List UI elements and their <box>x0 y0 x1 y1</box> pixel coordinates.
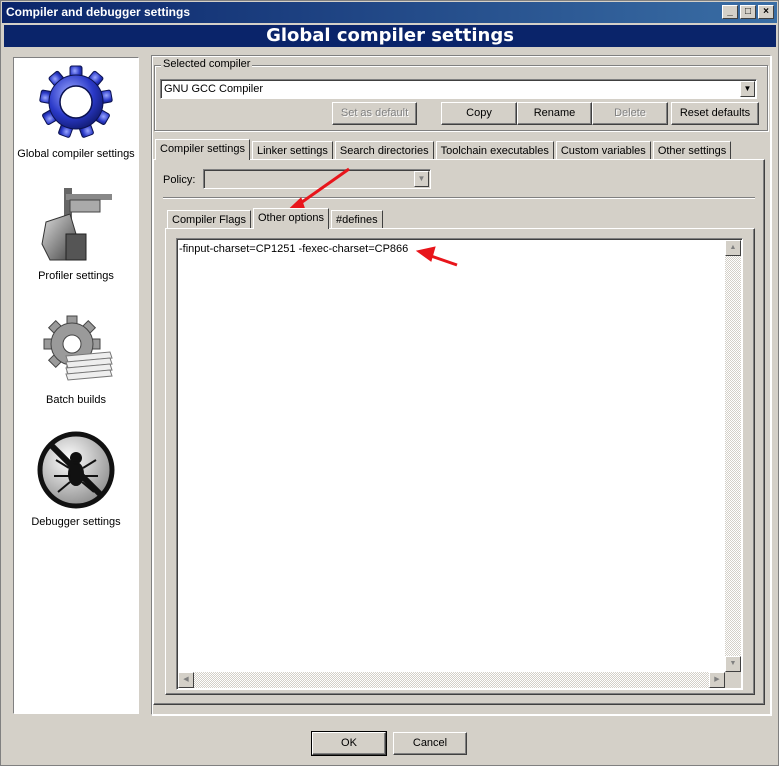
policy-label: Policy: <box>163 174 196 186</box>
sidebar: Global compiler settings Profiler settin… <box>13 57 139 714</box>
no-bug-icon <box>36 430 116 510</box>
cancel-button[interactable]: Cancel <box>393 732 467 755</box>
close-button[interactable]: × <box>758 5 774 19</box>
sidebar-item-global-compiler[interactable]: Global compiler settings <box>14 62 138 160</box>
minimize-button[interactable]: _ <box>722 5 738 19</box>
reset-defaults-button[interactable]: Reset defaults <box>671 102 759 125</box>
ok-button[interactable]: OK <box>311 731 387 756</box>
sidebar-item-batch-builds[interactable]: Batch builds <box>14 308 138 406</box>
compiler-select[interactable]: GNU GCC Compiler ▼ <box>160 79 757 99</box>
sidebar-item-debugger[interactable]: Debugger settings <box>14 430 138 528</box>
copy-button[interactable]: Copy <box>441 102 517 125</box>
set-as-default-button[interactable]: Set as default <box>332 102 417 125</box>
gear-icon <box>36 62 116 142</box>
selected-compiler-label: Selected compiler <box>161 58 253 70</box>
policy-select[interactable]: ▼ <box>203 169 431 189</box>
scroll-corner <box>725 672 741 688</box>
delete-button[interactable]: Delete <box>592 102 668 125</box>
page-banner: Global compiler settings <box>4 25 776 47</box>
settings-dialog: Compiler and debugger settings _ □ × Glo… <box>0 0 779 766</box>
scroll-down-icon[interactable]: ▼ <box>725 656 741 672</box>
tab-toolchain-executables[interactable]: Toolchain executables <box>435 141 554 160</box>
caliper-icon <box>36 184 116 264</box>
tab-other-options[interactable]: Other options <box>252 208 330 229</box>
compiler-select-value: GNU GCC Compiler <box>164 83 264 95</box>
tab-defines[interactable]: #defines <box>331 210 383 229</box>
tab-compiler-settings[interactable]: Compiler settings <box>155 139 250 160</box>
sidebar-item-profiler[interactable]: Profiler settings <box>14 184 138 282</box>
title-bar[interactable]: Compiler and debugger settings _ □ × <box>2 2 777 23</box>
gear-stack-icon <box>36 308 116 388</box>
window-title: Compiler and debugger settings <box>6 5 191 19</box>
separator <box>163 197 755 199</box>
tab-custom-variables[interactable]: Custom variables <box>555 141 651 160</box>
compiler-subtabs: Compiler Flags Other options #defines <box>167 208 385 229</box>
horizontal-scrollbar[interactable] <box>178 672 725 688</box>
editor-text: -finput-charset=CP1251 -fexec-charset=CP… <box>179 243 409 255</box>
scroll-up-icon[interactable]: ▲ <box>725 240 741 256</box>
settings-tabs: Compiler settings Linker settings Search… <box>155 139 733 160</box>
other-options-editor[interactable]: -finput-charset=CP1251 -fexec-charset=CP… <box>176 238 743 690</box>
sidebar-item-label: Global compiler settings <box>17 148 135 160</box>
tab-linker-settings[interactable]: Linker settings <box>251 141 333 160</box>
tab-other-settings[interactable]: Other settings <box>652 141 732 160</box>
scroll-left-icon[interactable]: ◀ <box>178 672 194 688</box>
maximize-button[interactable]: □ <box>740 5 756 19</box>
rename-button[interactable]: Rename <box>517 102 592 125</box>
chevron-down-icon[interactable]: ▼ <box>740 81 755 97</box>
chevron-down-icon[interactable]: ▼ <box>414 171 429 187</box>
tab-search-directories[interactable]: Search directories <box>334 141 434 160</box>
sidebar-item-label: Debugger settings <box>31 516 121 528</box>
sidebar-item-label: Profiler settings <box>38 270 114 282</box>
scroll-right-icon[interactable]: ▶ <box>709 672 725 688</box>
sidebar-item-label: Batch builds <box>46 394 106 406</box>
tab-compiler-flags[interactable]: Compiler Flags <box>167 210 251 229</box>
vertical-scrollbar[interactable] <box>725 240 741 672</box>
